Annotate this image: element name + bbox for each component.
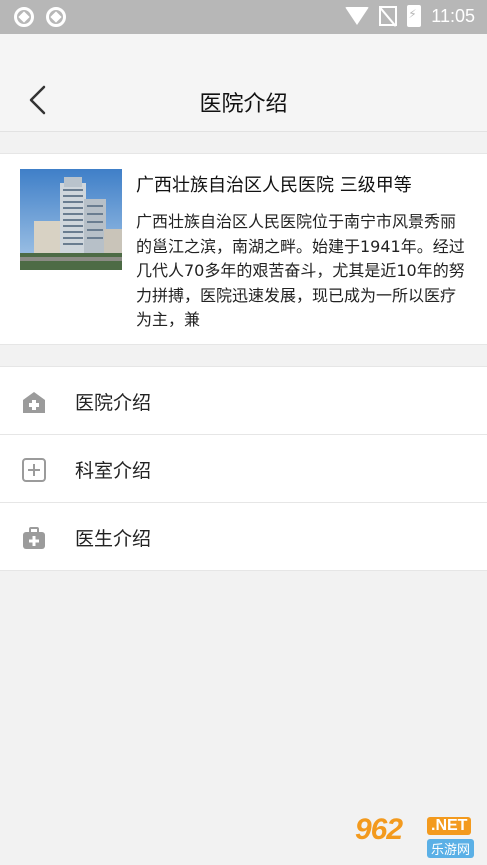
hospital-icon xyxy=(21,389,47,415)
notification-icons xyxy=(14,7,66,27)
status-bar: 11:05 xyxy=(0,0,487,34)
menu-item-hospital-intro[interactable]: 医院介绍 xyxy=(0,367,487,435)
sync-icon xyxy=(14,7,34,27)
battery-charging-icon xyxy=(407,5,422,27)
plus-box-icon xyxy=(21,457,47,483)
hospital-name: 广西壮族自治区人民医院 三级甲等 xyxy=(136,175,412,196)
status-indicators: 11:05 xyxy=(345,5,475,27)
menu-item-label: 医院介绍 xyxy=(75,392,152,414)
app-header: 医院介绍 xyxy=(0,34,487,132)
hospital-photo xyxy=(20,169,122,270)
medical-kit-icon xyxy=(21,525,47,551)
sync-icon xyxy=(46,7,66,27)
menu-item-label: 医生介绍 xyxy=(75,528,152,550)
site-watermark: 962 .NET 乐游网 xyxy=(351,813,479,859)
page-title: 医院介绍 xyxy=(199,92,288,117)
hospital-description: 广西壮族自治区人民医院位于南宁市风景秀丽的邕江之滨，南湖之畔。始建于1941年。… xyxy=(136,212,465,328)
menu-item-doctor-intro[interactable]: 医生介绍 xyxy=(0,503,487,571)
wifi-icon xyxy=(345,7,370,25)
menu-item-label: 科室介绍 xyxy=(75,460,152,482)
no-sim-icon xyxy=(379,6,398,26)
watermark-domain: .NET xyxy=(427,817,472,835)
hospital-intro-card[interactable]: 广西壮族自治区人民医院 三级甲等 广西壮族自治区人民医院位于南宁市风景秀丽的邕江… xyxy=(0,153,487,345)
watermark-site-name: 乐游网 xyxy=(427,839,475,858)
clock: 11:05 xyxy=(431,5,475,26)
intro-menu: 医院介绍 科室介绍 医生介绍 xyxy=(0,366,487,571)
watermark-number: 962 xyxy=(355,813,403,846)
menu-item-department-intro[interactable]: 科室介绍 xyxy=(0,435,487,503)
